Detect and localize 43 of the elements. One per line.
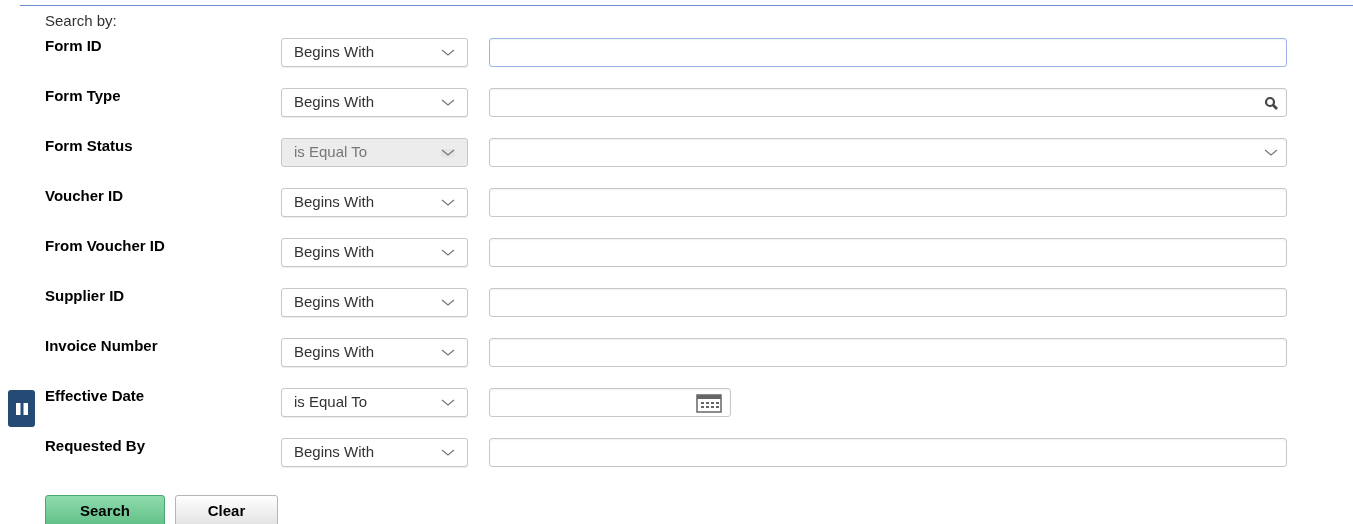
operator-select[interactable]: Begins With xyxy=(281,88,468,117)
field-label: Effective Date xyxy=(45,386,146,406)
chevron-icon xyxy=(441,398,455,407)
calendar-icon[interactable] xyxy=(696,392,722,413)
search-icon[interactable] xyxy=(1264,95,1278,110)
chevron-icon xyxy=(441,98,455,107)
clear-button[interactable]: Clear xyxy=(175,495,278,524)
chevron-icon xyxy=(441,198,455,207)
input-field[interactable] xyxy=(489,188,1287,217)
operator-select[interactable]: Begins With xyxy=(281,238,468,267)
chevron-icon xyxy=(441,298,455,307)
chevron-icon xyxy=(1264,148,1278,157)
dropdown-field[interactable] xyxy=(489,138,1287,167)
chevron-icon xyxy=(441,348,455,357)
pause-icon xyxy=(15,402,28,415)
field-label: Invoice Number xyxy=(45,336,159,356)
field-label: From Voucher ID xyxy=(45,236,166,256)
operator-select[interactable]: Begins With xyxy=(281,338,468,367)
operator-select[interactable]: Begins With xyxy=(281,188,468,217)
input-field[interactable] xyxy=(489,338,1287,367)
operator-select[interactable]: is Equal To xyxy=(281,388,468,417)
field-label: Form Status xyxy=(45,136,134,156)
date-field[interactable] xyxy=(489,388,731,417)
search-button[interactable]: Search xyxy=(45,495,165,524)
pause-button[interactable] xyxy=(8,390,35,427)
input-field[interactable] xyxy=(489,238,1287,267)
input-field[interactable] xyxy=(489,438,1287,467)
section-heading: Search by: xyxy=(45,11,117,31)
chevron-icon xyxy=(441,248,455,257)
operator-select[interactable]: Begins With xyxy=(281,288,468,317)
field-label: Requested By xyxy=(45,436,147,456)
input-field[interactable] xyxy=(489,288,1287,317)
operator-select[interactable]: Begins With xyxy=(281,38,468,67)
input-field[interactable] xyxy=(489,38,1287,67)
field-label: Form Type xyxy=(45,86,122,106)
chevron-icon xyxy=(441,48,455,57)
lookup-field[interactable] xyxy=(489,88,1287,117)
operator-select[interactable]: Begins With xyxy=(281,438,468,467)
chevron-icon xyxy=(441,448,455,457)
field-label: Voucher ID xyxy=(45,186,125,206)
field-label: Form ID xyxy=(45,36,103,56)
chevron-icon xyxy=(441,148,455,157)
field-label: Supplier ID xyxy=(45,286,126,306)
